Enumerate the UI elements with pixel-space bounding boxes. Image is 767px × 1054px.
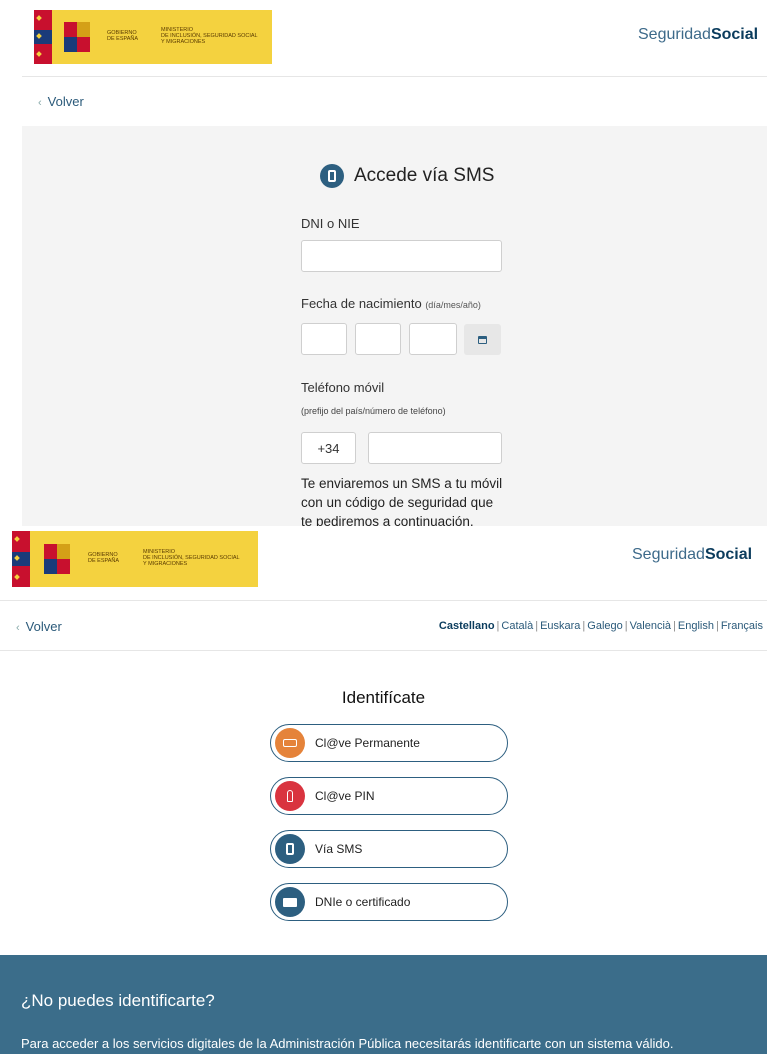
gobierno-text: GOBIERNO DE ESPAÑA — [107, 30, 139, 42]
back-link[interactable]: ‹ Volver — [38, 94, 84, 109]
lang-valencia[interactable]: Valencià — [630, 620, 671, 632]
footer-text: Para acceder a los servicios digitales d… — [21, 1036, 674, 1051]
footer-title: ¿No puedes identificarte? — [21, 991, 215, 1010]
dni-label: DNI o NIE — [301, 216, 360, 231]
birth-date-label: Fecha de nacimiento (día/mes/año) — [301, 296, 481, 311]
sms-title: Accede vía SMS — [320, 164, 494, 188]
gobierno-text-2: GOBIERNO DE ESPAÑA — [88, 552, 120, 564]
phone-format-hint: (prefijo del país/número de teléfono) — [301, 406, 446, 416]
birth-month-input[interactable] — [355, 323, 401, 355]
spain-eu-flag-icon — [12, 531, 30, 587]
via-sms-button[interactable]: Vía SMS — [270, 830, 508, 868]
lang-francais[interactable]: Français — [721, 620, 763, 632]
help-footer: ¿No puedes identificarte? Para acceder a… — [0, 955, 767, 1054]
via-sms-label: Vía SMS — [315, 842, 363, 856]
birth-date-format-hint: (día/mes/año) — [425, 300, 481, 310]
login-title: Identifícate — [341, 688, 426, 707]
dnie-certificado-label: DNIe o certificado — [315, 895, 411, 909]
clave-permanente-button[interactable]: Cl@ve Permanente — [270, 724, 508, 762]
brand-bold-2: Social — [704, 546, 753, 563]
back-link-2[interactable]: ‹ Volver — [16, 619, 62, 634]
sms-info-text: Te enviaremos un SMS a tu móvil con un c… — [301, 474, 502, 526]
lang-castellano[interactable]: Castellano — [439, 620, 495, 632]
lang-galego[interactable]: Galego — [587, 620, 622, 632]
clave-pin-button[interactable]: Cl@ve PIN — [270, 777, 508, 815]
header-divider — [22, 76, 767, 77]
spain-eu-flag-icon — [34, 10, 52, 64]
header-divider-2 — [0, 600, 767, 601]
dni-input[interactable] — [301, 240, 502, 272]
chevron-left-icon: ‹ — [16, 622, 20, 634]
lang-catala[interactable]: Català — [501, 620, 533, 632]
ministerio-text: MINISTERIO DE INCLUSIÓN, SEGURIDAD SOCIA… — [161, 27, 258, 45]
lang-divider — [0, 650, 767, 651]
birth-year-input[interactable] — [409, 323, 457, 355]
id-card-icon — [275, 887, 305, 917]
mobile-phone-icon — [275, 834, 305, 864]
clave-permanente-label: Cl@ve Permanente — [315, 736, 420, 750]
birth-day-input[interactable] — [301, 323, 347, 355]
mobile-phone-icon — [320, 164, 344, 188]
sms-access-panel: Accede vía SMS DNI o NIE Fecha de nacimi… — [22, 126, 767, 526]
calendar-button[interactable] — [464, 324, 501, 355]
ministerio-text-2: MINISTERIO DE INCLUSIÓN, SEGURIDAD SOCIA… — [143, 549, 240, 567]
key-icon — [275, 781, 305, 811]
seguridad-social-logo[interactable]: SeguridadSocial — [638, 26, 758, 44]
sms-info-line-3: te pediremos a continuación. — [301, 514, 474, 526]
coat-of-arms-icon — [44, 544, 70, 574]
country-prefix-field[interactable]: +34 — [301, 432, 356, 464]
phone-number-input[interactable] — [368, 432, 502, 464]
government-logo-banner: GOBIERNO DE ESPAÑA MINISTERIO DE INCLUSI… — [34, 10, 272, 64]
sms-info-line-1: Te enviaremos un SMS a tu móvil — [301, 476, 503, 491]
language-selector: Castellano | Català | Euskara | Galego | Valenci… — [438, 620, 763, 632]
keypad-icon — [275, 728, 305, 758]
calendar-icon — [478, 335, 487, 344]
back-label: Volver — [47, 94, 84, 109]
sms-title-text: Accede vía SMS — [354, 165, 495, 186]
coat-of-arms-icon — [64, 22, 90, 52]
chevron-left-icon: ‹ — [38, 97, 42, 109]
clave-pin-label: Cl@ve PIN — [315, 789, 375, 803]
phone-label: Teléfono móvil — [301, 380, 385, 395]
lang-english[interactable]: English — [678, 620, 714, 632]
lang-euskara[interactable]: Euskara — [540, 620, 580, 632]
birth-date-label-text: Fecha de nacimiento — [301, 296, 422, 311]
brand-light-2: Seguridad — [632, 546, 705, 563]
brand-light: Seguridad — [638, 26, 711, 43]
back-label-2: Volver — [25, 619, 62, 634]
sms-info-line-2: con un código de seguridad que — [301, 495, 494, 510]
government-logo-banner-2: GOBIERNO DE ESPAÑA MINISTERIO DE INCLUSI… — [12, 531, 258, 587]
brand-bold: Social — [710, 26, 759, 43]
seguridad-social-logo-2[interactable]: SeguridadSocial — [632, 546, 752, 564]
dnie-certificado-button[interactable]: DNIe o certificado — [270, 883, 508, 921]
